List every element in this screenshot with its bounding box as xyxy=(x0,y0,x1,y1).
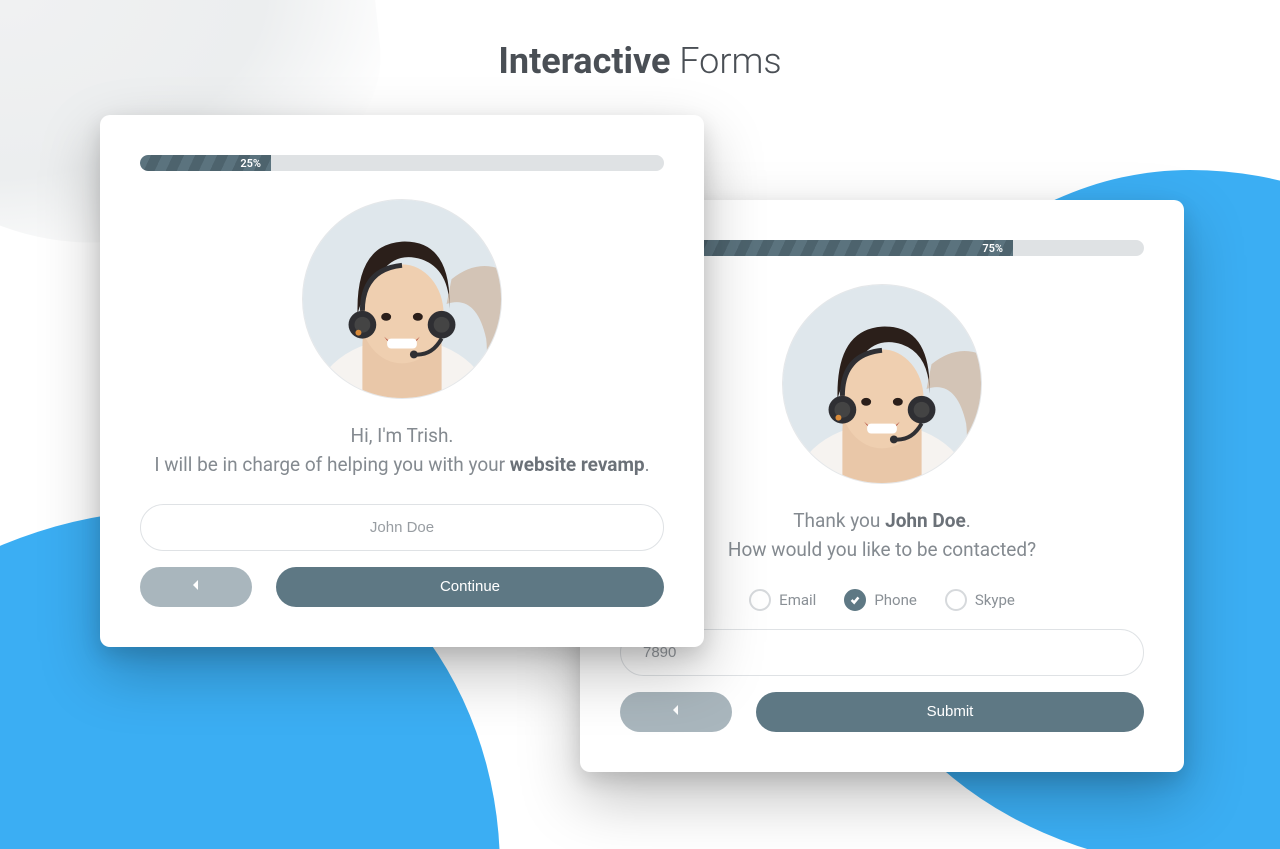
blurb-line: I will be in charge of helping you with … xyxy=(140,450,664,479)
form-card-step-1: 25% Hi, I'm Trish. I will be in charge o… xyxy=(100,115,704,647)
agent-avatar xyxy=(302,199,502,399)
continue-button[interactable]: Continue xyxy=(276,567,664,607)
progress-label: 75% xyxy=(982,242,1003,255)
page-title-bold: Interactive xyxy=(498,40,670,82)
progress-bar: 25% xyxy=(140,155,271,171)
radio-circle-icon xyxy=(749,589,771,611)
radio-phone[interactable]: Phone xyxy=(844,589,917,611)
radio-label: Skype xyxy=(975,591,1015,609)
thank-bold: John Doe xyxy=(885,509,966,532)
page-title-light: Forms xyxy=(679,40,781,82)
radio-skype[interactable]: Skype xyxy=(945,589,1015,611)
radio-circle-icon xyxy=(844,589,866,611)
greeting-line: Hi, I'm Trish. xyxy=(140,421,664,450)
name-input[interactable] xyxy=(140,504,664,551)
avatar-wrap xyxy=(140,199,664,399)
submit-button[interactable]: Submit xyxy=(756,692,1144,732)
caret-left-icon xyxy=(671,704,681,719)
radio-label: Email xyxy=(779,591,816,609)
blurb-bold: website revamp xyxy=(510,453,645,476)
blurb-post: . xyxy=(645,453,650,476)
caret-left-icon xyxy=(191,579,201,594)
button-row: Continue xyxy=(140,567,664,607)
button-row: Submit xyxy=(620,692,1144,732)
page-title: Interactive Forms xyxy=(0,0,1280,82)
thank-pre: Thank you xyxy=(793,509,885,532)
back-button[interactable] xyxy=(620,692,732,732)
greeting-text: Hi, I'm Trish. I will be in charge of he… xyxy=(140,421,664,480)
progress-track: 25% xyxy=(140,155,664,171)
radio-label: Phone xyxy=(874,591,917,609)
radio-email[interactable]: Email xyxy=(749,589,816,611)
thank-post: . xyxy=(966,509,971,532)
radio-circle-icon xyxy=(945,589,967,611)
back-button[interactable] xyxy=(140,567,252,607)
blurb-pre: I will be in charge of helping you with … xyxy=(154,453,509,476)
progress-label: 25% xyxy=(240,157,261,170)
agent-avatar xyxy=(782,284,982,484)
